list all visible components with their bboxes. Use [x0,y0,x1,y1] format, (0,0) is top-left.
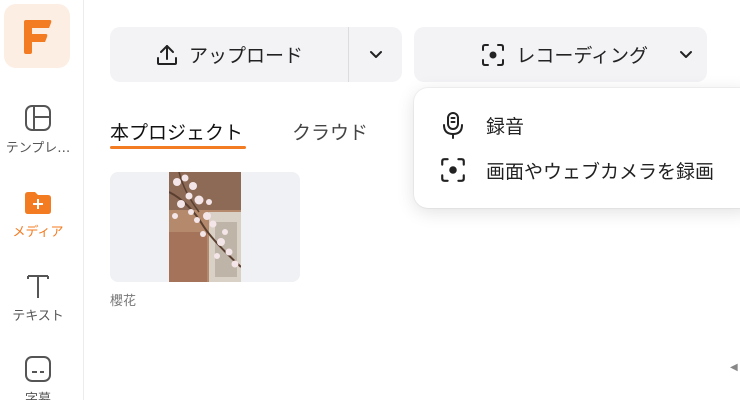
menu-item-record-audio[interactable]: 録音 [438,110,524,140]
scroll-arrow-icon[interactable]: ◀ [730,362,738,373]
recording-split-button: レコーディング [414,27,707,82]
media-item-name: 櫻花 [110,294,137,309]
screen-record-icon [438,155,468,185]
sidebar-item-media[interactable]: メディア [0,187,76,240]
upload-split-button: アップロード [110,27,402,82]
sidebar-item-templates[interactable]: テンプレ… [0,103,76,156]
template-icon [23,103,53,133]
subtitle-icon [23,354,53,384]
menu-item-label: 画面やウェブカメラを録画 [486,160,715,183]
text-icon [23,271,53,301]
media-folder-icon [23,187,53,217]
menu-item-label: 録音 [486,115,525,138]
screen-record-icon [482,43,505,66]
active-tab-indicator [110,146,246,149]
upload-button-label: アップロード [188,45,303,67]
media-item-card[interactable] [110,172,300,282]
upload-button[interactable]: アップロード [110,27,349,82]
recording-dropdown-button[interactable] [664,27,707,82]
sidebar: テンプレ… メディア テキスト 字幕 [0,0,84,400]
chevron-down-icon [679,50,692,58]
microphone-icon [438,110,468,140]
tab-cloud[interactable]: クラウド [292,118,368,145]
recording-dropdown-menu: 録音 画面やウェブカメラを録画 [414,88,740,208]
chevron-down-icon [369,50,382,58]
sidebar-item-subtitles[interactable]: 字幕 [0,354,76,400]
sidebar-item-label: テキスト [12,309,64,324]
media-thumbnail [169,172,241,282]
tab-project[interactable]: 本プロジェクト [110,118,243,145]
upload-dropdown-button[interactable] [349,27,402,82]
logo-icon [24,20,52,54]
sidebar-item-label: 字幕 [24,392,51,400]
sidebar-item-label: テンプレ… [5,141,71,156]
recording-button-label: レコーディング [516,45,648,67]
recording-button[interactable]: レコーディング [414,27,664,82]
app-window: テンプレ… メディア テキスト 字幕 アップロード レコーディング 本プロジェク… [0,0,740,400]
app-logo[interactable] [4,4,70,68]
sidebar-item-text[interactable]: テキスト [0,271,76,324]
sidebar-item-label: メディア [12,225,64,240]
upload-icon [156,44,177,65]
menu-item-record-screen[interactable]: 画面やウェブカメラを録画 [438,155,714,185]
